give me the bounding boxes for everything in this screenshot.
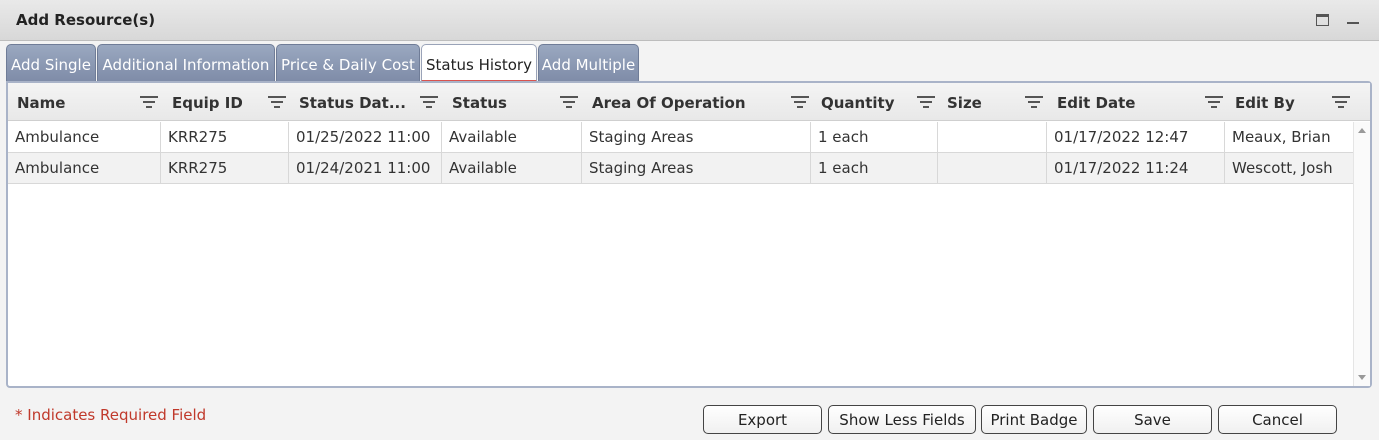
column-header-equip-id[interactable]: Equip ID (161, 83, 289, 121)
column-header-quantity[interactable]: Quantity (811, 83, 938, 121)
tab-add-single[interactable]: Add Single (6, 44, 96, 81)
cell-area-of-operation: Staging Areas (582, 153, 811, 183)
column-label: Size (947, 94, 982, 112)
column-header-edit-date[interactable]: Edit Date (1047, 83, 1225, 121)
filter-icon[interactable] (560, 95, 578, 109)
cell-edit-by: Meaux, Brian (1232, 128, 1331, 146)
scroll-down-icon[interactable] (1358, 375, 1366, 380)
column-label: Status Dat... (299, 94, 406, 112)
cell-name: Ambulance (8, 153, 161, 183)
column-header-edit-by[interactable]: Edit By (1225, 83, 1353, 121)
filter-icon[interactable] (1332, 95, 1350, 109)
cell-quantity: 1 each (811, 153, 938, 183)
table-row[interactable]: Ambulance KRR275 01/24/2021 11:00 Availa… (8, 153, 1353, 184)
filter-icon[interactable] (917, 95, 935, 109)
status-history-grid: Name Equip ID Status Dat... Status Area … (6, 81, 1372, 388)
cell-name: Ambulance (8, 122, 161, 152)
filter-icon[interactable] (1205, 95, 1223, 109)
cell-status: Available (442, 122, 582, 152)
column-label: Quantity (821, 94, 895, 112)
column-header-status-date[interactable]: Status Dat... (289, 83, 442, 121)
window-titlebar: Add Resource(s) (0, 0, 1379, 41)
cell-equip-id: KRR275 (161, 122, 289, 152)
column-header-area-of-operation[interactable]: Area Of Operation (582, 83, 811, 121)
cell-quantity: 1 each (811, 122, 938, 152)
maximize-icon[interactable] (1316, 14, 1329, 26)
column-label: Equip ID (172, 94, 243, 112)
export-button[interactable]: Export (703, 405, 822, 434)
table-row[interactable]: Ambulance KRR275 01/25/2022 11:00 Availa… (8, 122, 1353, 153)
scroll-up-icon[interactable] (1358, 128, 1366, 133)
column-label: Name (17, 94, 66, 112)
cell-status: Available (442, 153, 582, 183)
window-title: Add Resource(s) (16, 11, 156, 29)
column-header-status[interactable]: Status (442, 83, 582, 121)
filter-icon[interactable] (140, 95, 158, 109)
filter-icon[interactable] (268, 95, 286, 109)
cell-equip-id: KRR275 (161, 153, 289, 183)
cell-area-of-operation: Staging Areas (582, 122, 811, 152)
tab-additional-information[interactable]: Additional Information (97, 44, 275, 81)
cell-size (938, 153, 1047, 183)
column-label: Status (452, 94, 507, 112)
tab-add-multiple[interactable]: Add Multiple (538, 44, 639, 81)
tab-status-history[interactable]: Status History (421, 44, 537, 82)
cell-edit-date: 01/17/2022 12:47 (1047, 122, 1225, 152)
filter-icon[interactable] (791, 95, 809, 109)
cell-status-date: 01/24/2021 11:00 (289, 153, 442, 183)
column-label: Area Of Operation (592, 94, 746, 112)
vertical-scrollbar[interactable] (1353, 122, 1370, 386)
cell-status-date: 01/25/2022 11:00 (289, 122, 442, 152)
tab-price-daily-cost[interactable]: Price & Daily Cost (276, 44, 420, 81)
column-header-size[interactable]: Size (938, 83, 1047, 121)
grid-header: Name Equip ID Status Dat... Status Area … (8, 83, 1370, 121)
cell-edit-by: Wescott, Josh (1232, 159, 1333, 177)
required-field-note: * Indicates Required Field (15, 406, 207, 424)
print-badge-button[interactable]: Print Badge (981, 405, 1087, 434)
minimize-icon[interactable] (1347, 13, 1361, 27)
filter-icon[interactable] (1025, 95, 1043, 109)
cell-edit-date: 01/17/2022 11:24 (1047, 153, 1225, 183)
save-button[interactable]: Save (1093, 405, 1212, 434)
filter-icon[interactable] (420, 95, 438, 109)
column-header-name[interactable]: Name (8, 83, 161, 121)
show-less-fields-button[interactable]: Show Less Fields (828, 405, 976, 434)
column-label: Edit By (1235, 94, 1295, 112)
column-label: Edit Date (1057, 94, 1136, 112)
cancel-button[interactable]: Cancel (1218, 405, 1337, 434)
cell-size (938, 122, 1047, 152)
